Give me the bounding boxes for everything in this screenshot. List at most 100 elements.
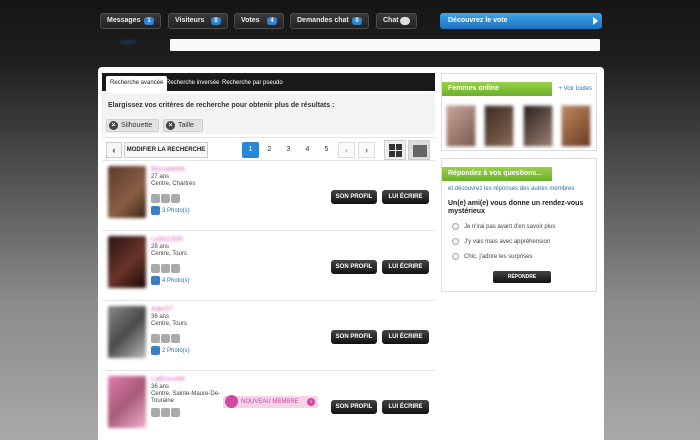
view-profile-button[interactable]: SON PROFIL [331,330,377,344]
chip-silhouette[interactable]: × Silhouette [106,119,159,132]
profile-name[interactable]: Adel37 [151,306,173,313]
online-thumb[interactable] [561,105,591,147]
write-button[interactable]: LUI ÉCRIRE [382,330,429,344]
list-icon [413,145,427,157]
question-subtitle[interactable]: et découvrez les réponses des autres mem… [448,186,574,192]
online-thumb[interactable] [446,105,476,147]
answer-option-label: Chic, j'adore les surprises [464,254,533,260]
page-5[interactable]: 5 [318,142,335,158]
see-all-label: Voir toutes [563,86,592,92]
profile-info: 36 ans Centre, Tours [151,314,187,328]
chat-icon[interactable] [171,264,180,273]
profile-photo[interactable] [108,236,146,288]
answer-option-2[interactable]: J'y vais mais avec appréhension [452,238,551,245]
visiteurs-label: Visiteurs [175,17,205,24]
profile-name[interactable]: LaBrunette [151,376,185,383]
profile-info: 27 ans Centre, Chartres [151,174,195,188]
photos-icon [151,276,160,285]
star-icon[interactable] [161,194,170,203]
write-button[interactable]: LUI ÉCRIRE [382,190,429,204]
top-nav: Messages 1 Visiteurs 0 Votes 4 Demandes … [100,13,602,29]
chat-icon[interactable] [171,194,180,203]
star-icon[interactable] [161,408,170,417]
new-member-label: NOUVEAU MEMBRE [241,399,299,405]
modify-search-button[interactable]: MODIFIER LA RECHERCHE [124,142,208,158]
votes-label: Votes [241,17,260,24]
star-icon[interactable] [161,264,170,273]
camera-icon[interactable] [151,334,160,343]
profile-location-cont: Touraine [151,398,175,404]
profile-name[interactable]: Bernadette [151,166,185,173]
visiteurs-count-badge: 0 [211,17,221,25]
profile-photo[interactable] [108,376,146,428]
profile-row: Adel37 36 ans Centre, Tours 2 Photo(s) S… [102,302,435,371]
chat-bubble-icon [400,17,410,25]
view-profile-button[interactable]: SON PROFIL [331,190,377,204]
profile-icons [151,408,181,417]
answer-option-3[interactable]: Chic, j'adore les surprises [452,253,533,260]
view-profile-button[interactable]: SON PROFIL [331,260,377,274]
profile-photo[interactable] [108,306,146,358]
camera-icon[interactable] [151,264,160,273]
write-button[interactable]: LUI ÉCRIRE [382,400,429,414]
username-link[interactable]: noelH [120,40,136,46]
tab-advanced-search[interactable]: Recherche avancée [106,76,168,91]
profile-photo[interactable] [108,166,146,218]
page-1[interactable]: 1 [242,142,259,158]
question-title: Un(e) ami(e) vous donne un rendez-vous m… [448,200,584,215]
visiteurs-button[interactable]: Visiteurs 0 [168,13,228,29]
camera-icon[interactable] [151,408,160,417]
answer-option-label: Je n'irai pas avant d'en savoir plus [464,224,556,230]
write-button[interactable]: LUI ÉCRIRE [382,260,429,274]
camera-icon[interactable] [151,194,160,203]
radio-button[interactable] [452,238,459,245]
photo-count-link[interactable]: 4 Photo(s) [151,276,190,285]
star-icon[interactable] [161,334,170,343]
messages-label: Messages [107,17,141,24]
discover-vote-label: Découvrez le vote [448,17,508,24]
radio-button[interactable] [452,253,459,260]
grid-view-button[interactable] [384,140,406,160]
chat-icon[interactable] [171,408,180,417]
profile-age: 28 ans [151,244,170,250]
page-3[interactable]: 3 [280,142,297,158]
page-2[interactable]: 2 [261,142,278,158]
grid-icon [389,144,402,157]
photo-count-link[interactable]: 3 Photo(s) [151,206,190,215]
photo-count-link[interactable]: 2 Photo(s) [151,346,190,355]
profile-row: LaBrunette 36 ans Centre, Sainte-Maure-D… [102,372,435,440]
tab-reverse-search[interactable]: Recherche inversée [162,76,223,91]
chat-icon[interactable] [171,334,180,343]
back-button[interactable]: ‹ [106,142,122,158]
online-thumb[interactable] [484,105,514,147]
pagination-bar: ‹ MODIFIER LA RECHERCHE 1 2 3 4 5 ‹ › [102,137,435,161]
list-view-button[interactable] [408,140,430,160]
votes-button[interactable]: Votes 4 [234,13,284,29]
discover-vote-button[interactable]: Découvrez le vote [440,13,602,29]
see-all-link[interactable]: + Voir toutes [558,86,592,92]
chip-taille[interactable]: × Taille [163,119,203,132]
online-thumb[interactable] [523,105,553,147]
tab-pseudo-search[interactable]: Recherche par pseudo [218,76,287,91]
messages-count-badge: 1 [144,17,154,25]
demandes-chat-button[interactable]: Demandes chat 0 [290,13,369,29]
view-profile-button[interactable]: SON PROFIL [331,400,377,414]
close-icon[interactable]: × [166,121,175,130]
votes-count-badge: 4 [267,17,277,25]
profile-location: Centre, Tours [151,251,187,257]
answer-option-1[interactable]: Je n'irai pas avant d'en savoir plus [452,223,556,230]
close-icon[interactable]: × [109,121,118,130]
criteria-text: Elargissez vos critères de recherche pou… [108,102,335,109]
messages-button[interactable]: Messages 1 [100,13,161,29]
profile-age: 36 ans [151,314,170,320]
new-member-badge: NOUVEAU MEMBRE i [223,395,318,408]
answer-button[interactable]: RÉPONDRE [493,271,551,283]
page-4[interactable]: 4 [299,142,316,158]
next-page-button[interactable]: › [358,142,375,158]
prev-page-button[interactable]: ‹ [338,142,355,158]
answer-option-label: J'y vais mais avec appréhension [464,239,551,245]
radio-button[interactable] [452,223,459,230]
profile-name[interactable]: Lydia1936 [151,236,183,243]
chat-button[interactable]: Chat [376,13,417,29]
info-icon[interactable]: i [307,398,315,406]
